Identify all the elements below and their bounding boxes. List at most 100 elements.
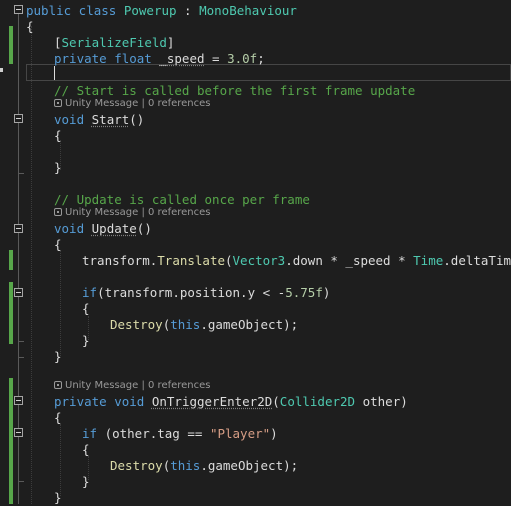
field-name: _speed [159,51,205,66]
unity-icon [54,99,62,107]
code-line-destroy[interactable]: Destroy(this.gameObject); [110,457,298,474]
parens: () [129,112,145,127]
code-line-field[interactable]: private float _speed = 3.0f; [54,50,265,67]
change-indicator [9,26,13,64]
code-editor[interactable]: public class Powerup : MonoBehaviour { [… [0,0,511,506]
code-line-start-method[interactable]: void Start() [54,111,144,128]
keyword: void [54,221,92,236]
comment: // Start is called before the first fram… [54,83,416,98]
type-name: Vector3 [232,253,286,268]
identifier: transform. [82,253,158,268]
indent-guide [60,424,61,496]
keyword: public class [26,3,124,18]
number-literal: 5.75f [285,285,323,300]
expression: .gameObject); [200,317,299,332]
code-line-brace[interactable]: { [54,127,62,144]
method-call: Destroy [110,458,163,473]
brace: } [54,160,62,175]
code-line-brace[interactable]: } [82,473,90,490]
paren: ( [225,253,233,268]
codelens-text: Unity Message | 0 references [65,380,211,391]
codelens-trigger[interactable]: Unity Message | 0 references [54,379,211,393]
code-line-class-declaration[interactable]: public class Powerup : MonoBehaviour [26,2,297,19]
brace: { [54,410,62,425]
paren: ( [272,394,280,409]
collapse-icon[interactable] [14,224,23,233]
code-line-update-method[interactable]: void Update() [54,220,152,237]
collapse-icon[interactable] [14,5,23,14]
expression: .gameObject); [200,458,299,473]
unity-icon [54,381,62,389]
indent-guide [31,26,32,504]
paren: ) [270,426,278,441]
punctuation: : [176,3,200,18]
unity-icon [54,208,62,216]
keyword: void [54,112,92,127]
method-name: Start [91,112,130,127]
codelens-update[interactable]: Unity Message | 0 references [54,206,211,220]
code-line-brace[interactable]: { [82,441,90,458]
parens: () [136,221,152,236]
keyword: if [82,426,105,441]
bracket: [ [54,35,62,50]
code-line-brace[interactable]: { [82,300,90,317]
collapse-icon[interactable] [14,288,23,297]
code-line-brace[interactable]: } [54,489,62,506]
code-line-brace[interactable]: } [82,332,90,349]
code-line-trigger-method[interactable]: private void OnTriggerEnter2D(Collider2D… [54,393,408,410]
expression: .down * _speed * [285,253,414,268]
code-line-brace[interactable]: } [54,159,62,176]
class-name: Powerup [123,3,177,18]
brace: } [54,490,62,505]
code-line-if[interactable]: if(transform.position.y < -5.75f) [82,284,330,301]
code-line-if-tag[interactable]: if (other.tag == "Player") [82,425,278,442]
brace: { [54,237,62,252]
bracket: ] [166,35,175,50]
fold-end [18,173,24,174]
base-class-name: MonoBehaviour [199,3,297,18]
brace: { [82,301,90,316]
text-caret [54,66,55,80]
collapse-icon[interactable] [14,396,23,405]
brace: { [82,442,90,457]
change-indicator [9,378,13,504]
codelens-text: Unity Message | 0 references [65,207,211,218]
number-literal: 3.0f [227,51,258,66]
keyword: private float [54,51,160,66]
method-name: OnTriggerEnter2D [151,394,273,409]
keyword: if [82,285,98,300]
brace: { [26,19,34,34]
code-line-attribute[interactable]: [SerializeField] [54,34,174,51]
method-call: Destroy [110,317,163,332]
change-indicator [9,250,13,270]
code-line-brace[interactable]: } [54,348,62,365]
method-call: Translate [157,253,225,268]
fold-end [18,481,24,482]
attribute-name: SerializeField [61,35,167,50]
method-name: Update [91,221,137,236]
keyword: this [170,317,201,332]
code-line-translate[interactable]: transform.Translate(Vector3.down * _spee… [82,252,511,269]
codelens-start[interactable]: Unity Message | 0 references [54,97,211,111]
keyword: private void [54,394,152,409]
collapse-icon[interactable] [14,114,23,123]
code-line-destroy[interactable]: Destroy(this.gameObject); [110,316,298,333]
fold-end [18,357,24,358]
type-name: Time [413,253,444,268]
editor-gutter [0,0,26,504]
comment: // Update is called once per frame [54,192,310,207]
fold-end [18,341,24,342]
brace: } [54,349,62,364]
code-line-brace[interactable]: { [54,236,62,253]
code-line-brace[interactable]: { [26,18,34,35]
keyword: this [170,458,201,473]
operator: = [204,51,228,66]
semicolon: ; [257,51,265,66]
type-name: Collider2D [279,394,356,409]
brace: { [54,128,62,143]
change-indicator [9,282,13,344]
parameter: other) [355,394,408,409]
string-literal: "Player" [209,426,271,441]
code-line-brace[interactable]: { [54,409,62,426]
collapse-icon[interactable] [14,428,23,437]
